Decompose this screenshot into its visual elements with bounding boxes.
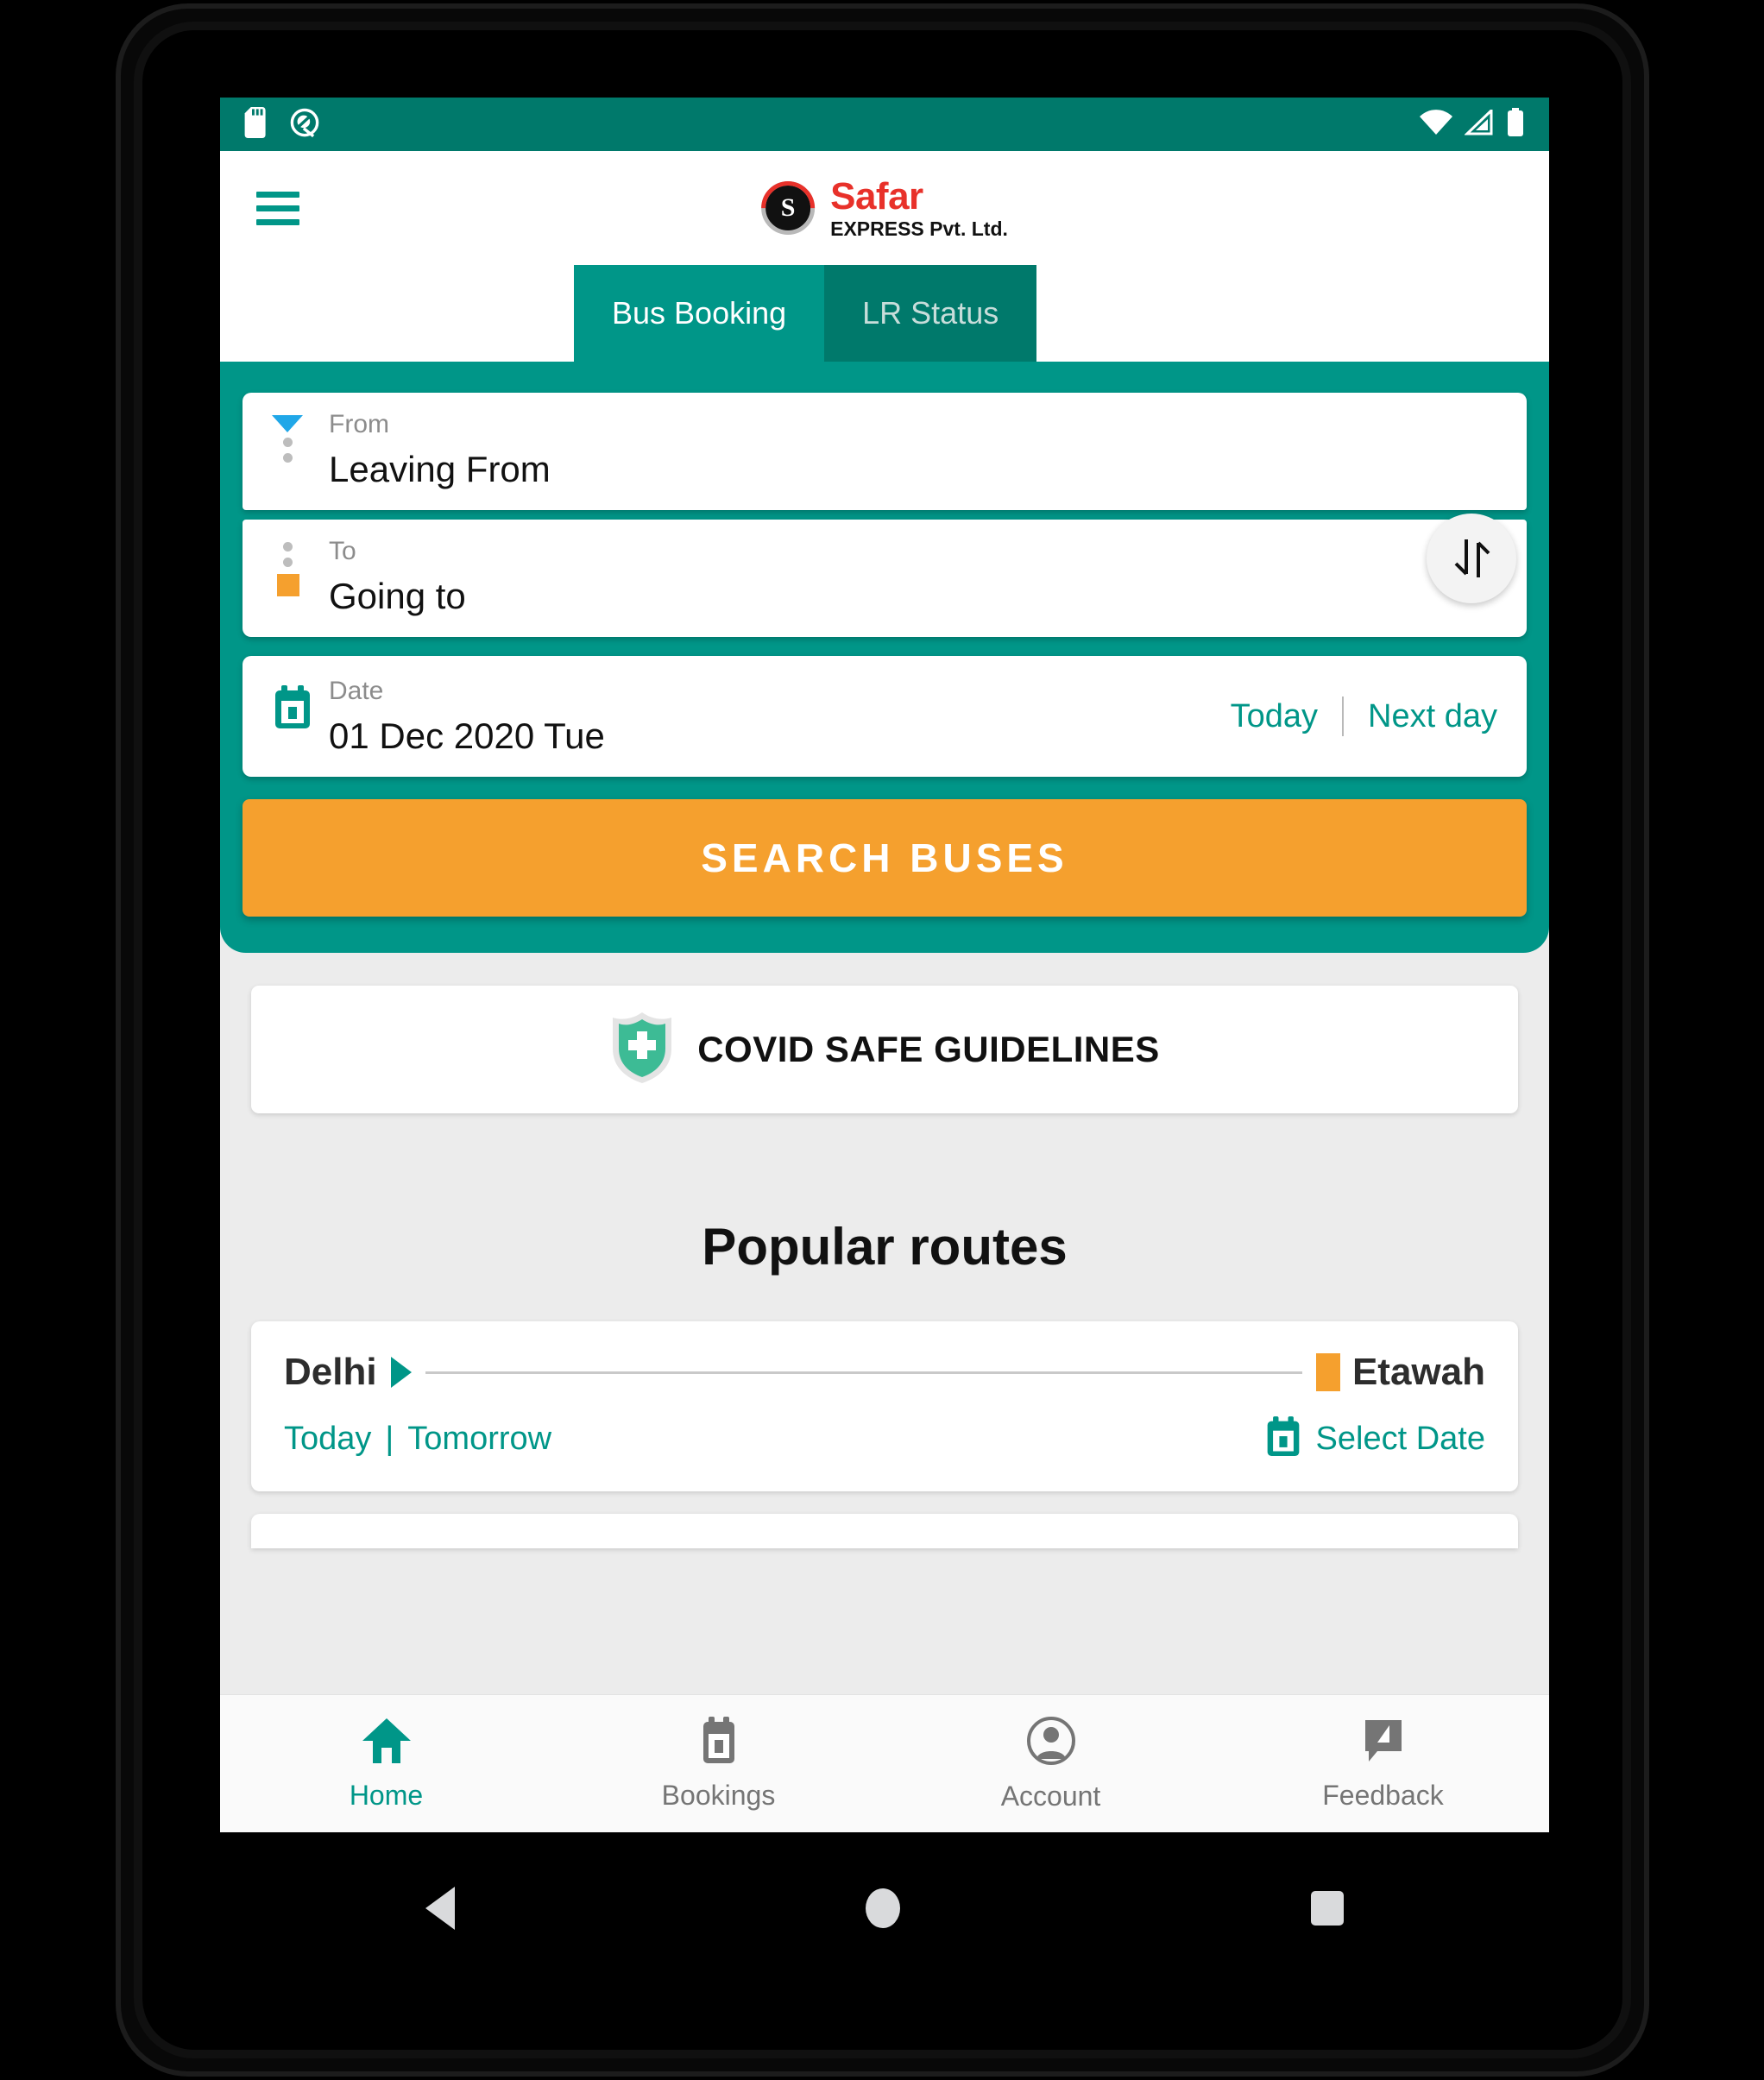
nav-item-feedback[interactable]: Feedback [1217, 1695, 1549, 1832]
to-value: Going to [329, 576, 466, 616]
orange-square-icon [277, 574, 299, 596]
feedback-pencil-icon [1360, 1717, 1407, 1769]
from-value: Leaving From [329, 449, 551, 489]
account-person-icon [1026, 1716, 1076, 1770]
nav-label-account: Account [1000, 1780, 1101, 1812]
home-circle-icon[interactable] [866, 1888, 900, 1928]
route-dots-icon [272, 542, 322, 567]
route-dot [283, 453, 293, 463]
sd-card-icon [244, 106, 270, 142]
route-separator: | [385, 1421, 394, 1457]
swap-vertical-icon[interactable] [1427, 514, 1516, 603]
status-bar [220, 98, 1549, 151]
popular-route-card-partial[interactable] [251, 1514, 1518, 1548]
to-field[interactable]: To Going to [243, 520, 1527, 637]
nav-label-feedback: Feedback [1322, 1779, 1444, 1811]
calendar-icon [1264, 1416, 1302, 1462]
route-dot [283, 438, 293, 447]
to-label: To [329, 537, 356, 565]
from-field-row: From Leaving From [272, 412, 1497, 488]
search-buses-button[interactable]: SEARCH BUSES [243, 799, 1527, 917]
to-field-row: To Going to [272, 539, 1497, 615]
brand-mark-glyph: S [780, 193, 796, 222]
today-button[interactable]: Today [1231, 698, 1318, 735]
android-q-icon [289, 107, 320, 142]
main-content: COVID SAFE GUIDELINES Popular routes Del… [220, 986, 1549, 1548]
hamburger-bar [256, 218, 299, 225]
bottom-navigation-bar: Home Bookings Account Feedback [220, 1694, 1549, 1832]
status-bar-right-icons [1420, 106, 1525, 142]
swap-arrows-glyph [1454, 539, 1490, 577]
date-label: Date [329, 677, 384, 705]
route-select-date-label: Select Date [1315, 1421, 1485, 1457]
from-label: From [329, 410, 389, 438]
nav-item-home[interactable]: Home [220, 1695, 552, 1832]
tab-bus-booking[interactable]: Bus Booking [574, 265, 825, 362]
date-field[interactable]: Date 01 Dec 2020 Tue Today Next day [243, 656, 1527, 777]
brand-logo: S Safar EXPRESS Pvt. Ltd. [761, 174, 1008, 240]
covid-safe-guidelines-banner[interactable]: COVID SAFE GUIDELINES [251, 986, 1518, 1113]
safar-express-mark-icon: S [761, 181, 816, 235]
app-bar: S Safar EXPRESS Pvt. Ltd. [220, 151, 1549, 265]
next-day-button[interactable]: Next day [1368, 698, 1497, 735]
hamburger-bar [256, 191, 299, 198]
route-destination-marker-icon [1315, 1353, 1340, 1391]
hamburger-bar [256, 205, 299, 211]
route-connector-line [425, 1371, 1302, 1374]
to-field-icons [272, 539, 322, 596]
to-field-texts: To Going to [322, 539, 466, 615]
recents-square-icon[interactable] [1311, 1890, 1344, 1926]
date-field-texts: Date 01 Dec 2020 Tue [329, 678, 605, 754]
from-field-icons [272, 412, 322, 463]
android-system-navigation [220, 1832, 1549, 1983]
route-today-button[interactable]: Today [284, 1421, 371, 1458]
phone-screen: S Safar EXPRESS Pvt. Ltd. Bus Booking LR… [220, 98, 1549, 1832]
brand-text: Safar EXPRESS Pvt. Ltd. [830, 174, 1008, 240]
popular-route-card[interactable]: Delhi Etawah Today | Tomorrow Select Dat… [251, 1321, 1518, 1491]
shield-plus-icon [609, 1011, 675, 1089]
from-field-texts: From Leaving From [322, 412, 551, 488]
status-bar-left-icons [244, 106, 320, 142]
tab-bar-left-spacer [220, 265, 574, 362]
tab-bar: Bus Booking LR Status [220, 265, 1549, 362]
covid-banner-label: COVID SAFE GUIDELINES [697, 1029, 1160, 1069]
divider [1342, 696, 1345, 736]
tab-lr-status[interactable]: LR Status [824, 265, 1037, 362]
nav-label-home: Home [349, 1779, 424, 1811]
bookings-calendar-icon [698, 1716, 740, 1769]
wifi-icon [1420, 109, 1452, 140]
brand-name: Safar [830, 174, 923, 217]
route-dot [283, 542, 293, 552]
route-endpoints: Delhi Etawah [284, 1351, 1485, 1394]
route-arrow-icon [390, 1357, 412, 1388]
signal-icon [1464, 106, 1494, 140]
route-select-date-button[interactable]: Select Date [1264, 1416, 1485, 1462]
search-panel: From Leaving From To Going to Date 01 De… [220, 362, 1549, 953]
from-field[interactable]: From Leaving From [243, 393, 1527, 510]
nav-item-bookings[interactable]: Bookings [552, 1695, 885, 1832]
popular-routes-title: Popular routes [702, 1218, 1068, 1276]
brand-subtitle: EXPRESS Pvt. Ltd. [830, 217, 1008, 240]
route-dots-icon [272, 438, 322, 463]
calendar-icon [272, 685, 313, 734]
route-to-city: Etawah [1351, 1351, 1485, 1393]
nav-label-bookings: Bookings [661, 1779, 776, 1811]
back-triangle-icon[interactable] [425, 1886, 455, 1930]
nav-item-account[interactable]: Account [885, 1695, 1217, 1832]
route-tomorrow-button[interactable]: Tomorrow [407, 1421, 551, 1458]
triangle-down-icon [272, 415, 303, 432]
home-icon [361, 1717, 413, 1769]
date-value: 01 Dec 2020 Tue [329, 715, 605, 756]
date-field-left: Date 01 Dec 2020 Tue [272, 678, 605, 754]
hamburger-menu-icon[interactable] [256, 184, 299, 233]
route-from-city: Delhi [284, 1351, 377, 1393]
route-dot [283, 558, 293, 567]
route-actions: Today | Tomorrow Select Date [284, 1416, 1485, 1462]
tab-bar-right-spacer [1036, 265, 1549, 362]
battery-icon [1506, 107, 1525, 142]
date-quick-links: Today Next day [1231, 696, 1497, 736]
